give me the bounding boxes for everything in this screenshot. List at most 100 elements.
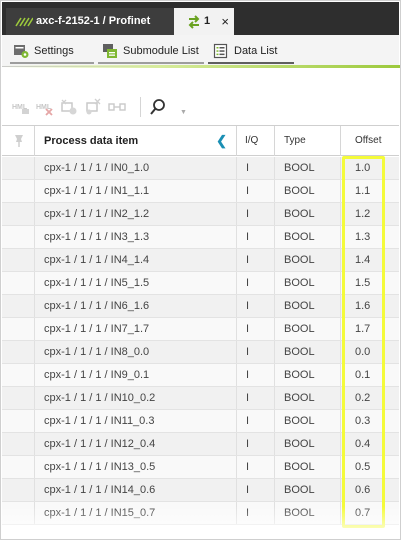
process-data-item-cell: cpx-1 / 1 / 1 / IN5_1.5 bbox=[35, 272, 237, 294]
process-data-item-cell: cpx-1 / 1 / 1 / IN14_0.6 bbox=[35, 479, 237, 501]
editor-tab-bar: axc-f-2152-1 / Profinet 1 × bbox=[2, 2, 399, 35]
tab-settings-label: Settings bbox=[34, 45, 74, 57]
offset-cell: 1.1 bbox=[355, 185, 371, 197]
iq-cell: I bbox=[237, 456, 275, 478]
add-variable-icon[interactable] bbox=[60, 98, 78, 116]
tab-data-list[interactable]: Data List bbox=[212, 42, 277, 60]
submodule-list-icon bbox=[103, 44, 117, 58]
tab-data-list-underline bbox=[208, 62, 294, 64]
tab-submodule-list-underline bbox=[98, 62, 204, 64]
search-icon[interactable] bbox=[150, 98, 166, 116]
process-data-item-cell: cpx-1 / 1 / 1 / IN13_0.5 bbox=[35, 456, 237, 478]
type-cell: BOOL bbox=[275, 433, 341, 455]
process-data-item-cell: cpx-1 / 1 / 1 / IN3_1.3 bbox=[35, 226, 237, 248]
type-cell: BOOL bbox=[275, 157, 341, 179]
table-row[interactable]: cpx-1 / 1 / 1 / IN0_1.0 I BOOL 1.0 bbox=[2, 157, 399, 180]
iq-cell: I bbox=[237, 341, 275, 363]
chevron-down-icon[interactable]: ▼ bbox=[180, 109, 187, 116]
remove-variable-icon[interactable] bbox=[84, 98, 102, 116]
process-data-item-cell: cpx-1 / 1 / 1 / IN2_1.2 bbox=[35, 203, 237, 225]
column-header-process-data-item[interactable]: Process data item ❮ bbox=[35, 126, 237, 156]
table-row[interactable]: cpx-1 / 1 / 1 / IN5_1.5 I BOOL 1.5 bbox=[2, 272, 399, 295]
column-header-type[interactable]: Type bbox=[275, 126, 341, 156]
table-row[interactable]: cpx-1 / 1 / 1 / IN11_0.3 I BOOL 0.3 bbox=[2, 410, 399, 433]
table-header: Process data item ❮ I/Q Type Offset bbox=[2, 126, 399, 156]
row-gutter-cell bbox=[2, 318, 35, 340]
row-gutter-cell bbox=[2, 226, 35, 248]
offset-cell: 1.3 bbox=[355, 231, 371, 243]
iq-cell: I bbox=[237, 479, 275, 501]
row-gutter-cell bbox=[2, 180, 35, 202]
tab-settings-underline bbox=[10, 62, 94, 64]
iq-cell: I bbox=[237, 433, 275, 455]
table-row[interactable]: cpx-1 / 1 / 1 / IN8_0.0 I BOOL 0.0 bbox=[2, 341, 399, 364]
row-gutter-cell bbox=[2, 433, 35, 455]
iq-cell: I bbox=[237, 387, 275, 409]
row-gutter-cell bbox=[2, 456, 35, 478]
table-row[interactable]: cpx-1 / 1 / 1 / IN10_0.2 I BOOL 0.2 bbox=[2, 387, 399, 410]
table-row[interactable]: cpx-1 / 1 / 1 / IN9_0.1 I BOOL 0.1 bbox=[2, 364, 399, 387]
offset-cell: 0.6 bbox=[355, 484, 371, 496]
process-data-item-cell: cpx-1 / 1 / 1 / IN15_0.7 bbox=[35, 502, 237, 524]
row-gutter-cell bbox=[2, 295, 35, 317]
iq-cell: I bbox=[237, 318, 275, 340]
column-header-iq[interactable]: I/Q bbox=[237, 126, 275, 156]
tab-settings[interactable]: Settings bbox=[12, 42, 74, 60]
swap-arrows-icon bbox=[188, 15, 200, 29]
table-row[interactable]: cpx-1 / 1 / 1 / IN4_1.4 I BOOL 1.4 bbox=[2, 249, 399, 272]
process-data-item-cell: cpx-1 / 1 / 1 / IN10_0.2 bbox=[35, 387, 237, 409]
process-data-item-cell: cpx-1 / 1 / 1 / IN7_1.7 bbox=[35, 318, 237, 340]
type-cell: BOOL bbox=[275, 364, 341, 386]
type-cell: BOOL bbox=[275, 318, 341, 340]
connect-icon[interactable] bbox=[108, 98, 126, 116]
table-row[interactable]: cpx-1 / 1 / 1 / IN12_0.4 I BOOL 0.4 bbox=[2, 433, 399, 456]
process-data-item-cell: cpx-1 / 1 / 1 / IN6_1.6 bbox=[35, 295, 237, 317]
hml-icon[interactable]: HML bbox=[12, 98, 30, 116]
table-row[interactable]: cpx-1 / 1 / 1 / IN13_0.5 I BOOL 0.5 bbox=[2, 456, 399, 479]
row-gutter-cell bbox=[2, 249, 35, 271]
table-row[interactable]: cpx-1 / 1 / 1 / IN6_1.6 I BOOL 1.6 bbox=[2, 295, 399, 318]
offset-cell: 1.5 bbox=[355, 277, 371, 289]
table-row[interactable]: cpx-1 / 1 / 1 / IN3_1.3 I BOOL 1.3 bbox=[2, 226, 399, 249]
table-row[interactable]: cpx-1 / 1 / 1 / IN2_1.2 I BOOL 1.2 bbox=[2, 203, 399, 226]
type-cell: BOOL bbox=[275, 295, 341, 317]
close-icon[interactable]: × bbox=[221, 8, 229, 35]
data-list-icon bbox=[213, 43, 228, 59]
hml-delete-icon[interactable]: HML bbox=[36, 98, 54, 116]
type-cell: BOOL bbox=[275, 456, 341, 478]
column-header-pin[interactable] bbox=[2, 126, 35, 156]
offset-cell: 0.7 bbox=[355, 507, 371, 519]
offset-cell: 0.1 bbox=[355, 369, 371, 381]
table-row[interactable]: cpx-1 / 1 / 1 / IN1_1.1 I BOOL 1.1 bbox=[2, 180, 399, 203]
column-header-offset[interactable]: Offset bbox=[341, 126, 399, 156]
row-gutter-cell bbox=[2, 387, 35, 409]
toolbar: HML HML ▼ bbox=[2, 95, 399, 121]
offset-cell: 1.2 bbox=[355, 208, 371, 220]
sub-tab-bar: Settings Submodule List Data List bbox=[2, 35, 399, 67]
iq-cell: I bbox=[237, 364, 275, 386]
tab-profinet-device[interactable]: axc-f-2152-1 / Profinet bbox=[6, 8, 174, 35]
iq-cell: I bbox=[237, 272, 275, 294]
table-row[interactable]: cpx-1 / 1 / 1 / IN15_0.7 I BOOL 0.7 bbox=[2, 502, 399, 525]
row-gutter-cell bbox=[2, 272, 35, 294]
chevron-left-icon[interactable]: ❮ bbox=[216, 126, 227, 156]
offset-cell: 1.7 bbox=[355, 323, 371, 335]
row-gutter-cell bbox=[2, 364, 35, 386]
tab-data-list-1[interactable]: 1 × bbox=[174, 8, 234, 35]
row-gutter-cell bbox=[2, 157, 35, 179]
type-cell: BOOL bbox=[275, 479, 341, 501]
table-row[interactable]: cpx-1 / 1 / 1 / IN7_1.7 I BOOL 1.7 bbox=[2, 318, 399, 341]
offset-cell: 1.6 bbox=[355, 300, 371, 312]
process-data-item-cell: cpx-1 / 1 / 1 / IN11_0.3 bbox=[35, 410, 237, 432]
table-row[interactable]: cpx-1 / 1 / 1 / IN14_0.6 I BOOL 0.6 bbox=[2, 479, 399, 502]
tab-submodule-list[interactable]: Submodule List bbox=[101, 42, 199, 60]
process-data-item-cell: cpx-1 / 1 / 1 / IN8_0.0 bbox=[35, 341, 237, 363]
type-cell: BOOL bbox=[275, 341, 341, 363]
column-header-process-data-item-label: Process data item bbox=[44, 135, 139, 147]
iq-cell: I bbox=[237, 157, 275, 179]
settings-icon bbox=[14, 45, 29, 58]
pin-icon bbox=[15, 135, 23, 147]
process-data-item-cell: cpx-1 / 1 / 1 / IN9_0.1 bbox=[35, 364, 237, 386]
offset-cell: 0.2 bbox=[355, 392, 371, 404]
tab-profinet-device-label: axc-f-2152-1 / Profinet bbox=[36, 15, 151, 27]
